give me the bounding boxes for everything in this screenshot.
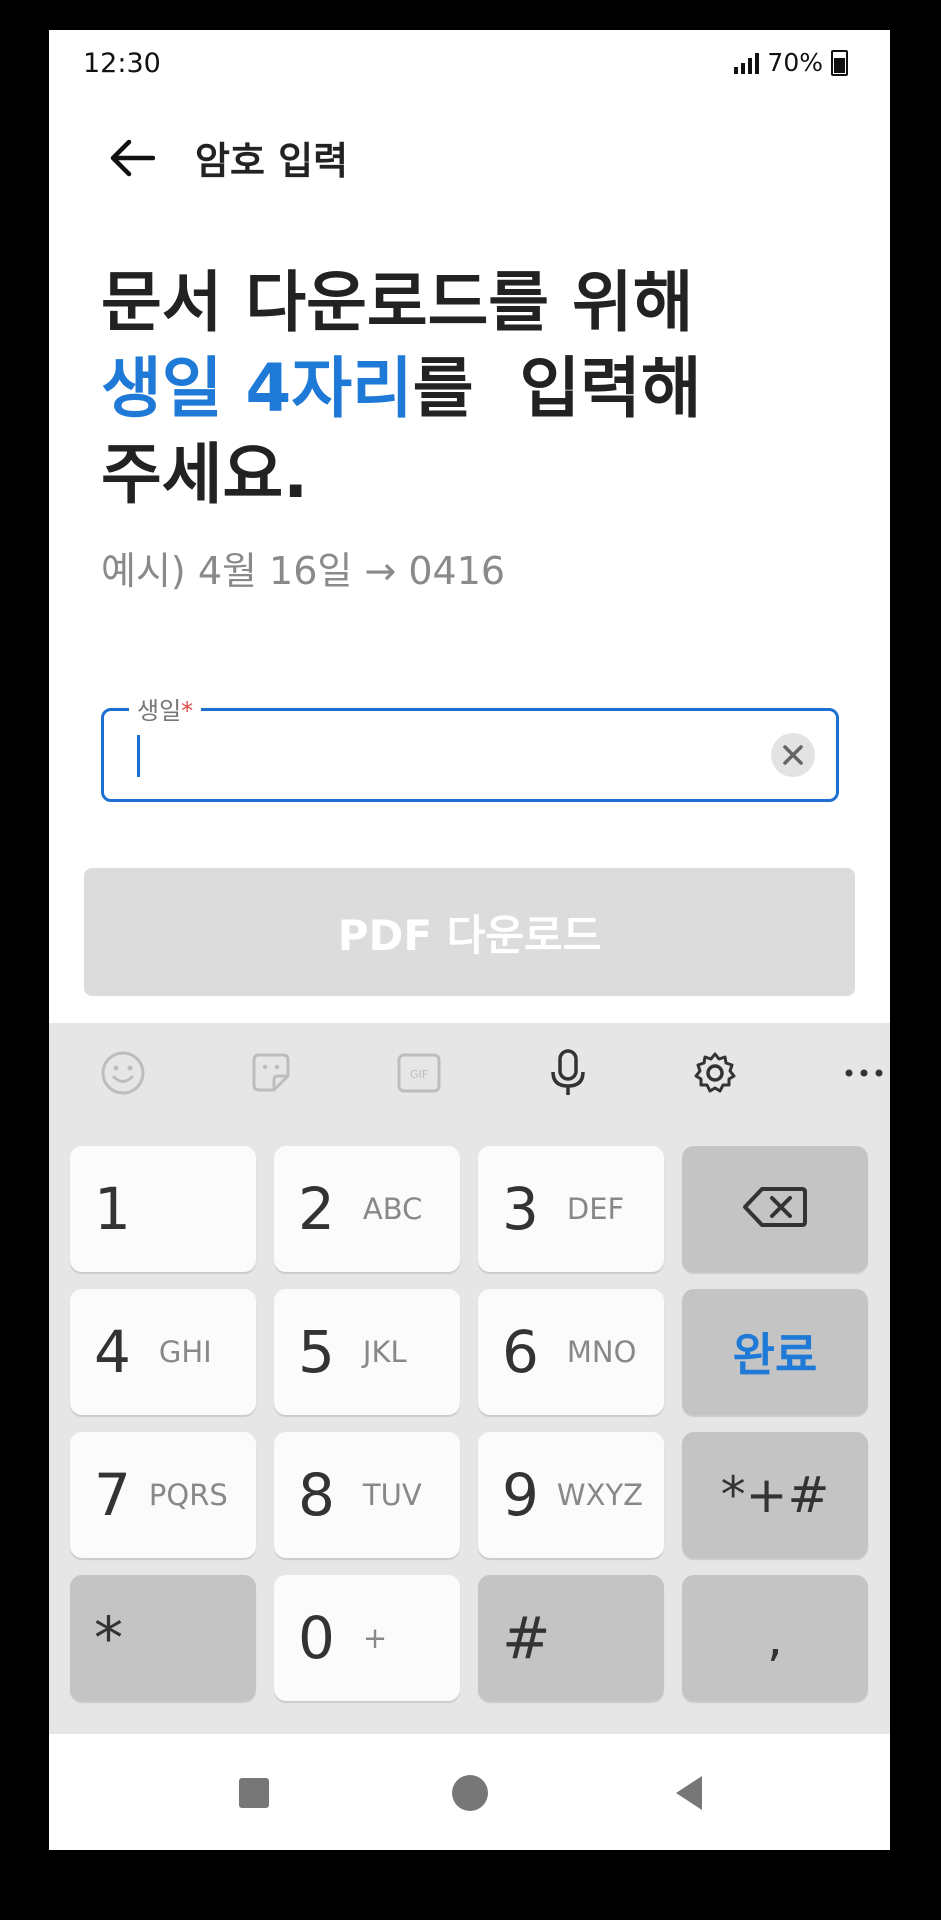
- key-7-number: 7: [94, 1461, 131, 1529]
- gif-icon: GIF: [397, 1053, 441, 1093]
- done-key[interactable]: 완료: [682, 1289, 868, 1415]
- backspace-icon: [743, 1187, 807, 1227]
- key-2-letters: ABC: [362, 1192, 423, 1226]
- star-key-label: *: [94, 1604, 123, 1672]
- close-icon: [783, 745, 803, 765]
- battery-percent: 70%: [767, 48, 823, 77]
- key-5-number: 5: [298, 1318, 335, 1386]
- signal-icon: [734, 52, 760, 74]
- key-4-number: 4: [94, 1318, 131, 1386]
- page-title: 암호 입력: [195, 139, 349, 183]
- numeric-keyboard: GIF 1 2 ABC 3 DEF 4 GHI 5 JKL 6 MNO 완료 7…: [49, 1023, 890, 1734]
- key-5[interactable]: 5 JKL: [274, 1289, 460, 1415]
- key-8[interactable]: 8 TUV: [274, 1432, 460, 1558]
- birthday-label-text: 생일: [137, 697, 182, 725]
- backspace-key[interactable]: [682, 1146, 868, 1272]
- recents-icon[interactable]: [239, 1778, 269, 1808]
- star-key[interactable]: *: [70, 1575, 256, 1701]
- headline-line-3: 주세요.: [101, 436, 309, 513]
- comma-key-label: ,: [767, 1609, 783, 1667]
- system-nav-bar: [49, 1734, 890, 1850]
- text-cursor: [137, 735, 140, 777]
- comma-key[interactable]: ,: [682, 1575, 868, 1701]
- symbols-key[interactable]: *+#: [682, 1432, 868, 1558]
- more-options-button[interactable]: [839, 1048, 889, 1098]
- back-button[interactable]: [105, 128, 157, 188]
- headline-highlight: 생일 4자리: [101, 350, 413, 427]
- required-mark: *: [181, 697, 194, 725]
- sticker-icon: [252, 1053, 290, 1092]
- gear-icon: [694, 1052, 736, 1093]
- symbols-key-label: *+#: [720, 1466, 830, 1524]
- key-3-letters: DEF: [566, 1192, 625, 1226]
- gif-button[interactable]: GIF: [394, 1048, 444, 1098]
- key-8-number: 8: [298, 1461, 335, 1529]
- example-hint: 예시) 4월 16일 → 0416: [101, 549, 506, 593]
- microphone-icon: [551, 1049, 585, 1095]
- key-0[interactable]: 0 +: [274, 1575, 460, 1701]
- arrow-left-icon: [110, 139, 155, 177]
- key-9-letters: WXYZ: [556, 1478, 644, 1512]
- emoji-icon: [101, 1051, 145, 1095]
- emoji-button[interactable]: [98, 1048, 148, 1098]
- key-6-number: 6: [502, 1318, 539, 1386]
- key-7-letters: PQRS: [148, 1478, 228, 1512]
- backspace-icon-wrap: [682, 1185, 868, 1233]
- phone-screen: 12:30 70% 암호 입력 문서 다운로드를 위해 생일 4자리를 입력해 …: [49, 30, 890, 1850]
- key-1[interactable]: 1: [70, 1146, 256, 1272]
- key-3[interactable]: 3 DEF: [478, 1146, 664, 1272]
- sticker-button[interactable]: [246, 1048, 296, 1098]
- headline-line-2-rest: 를 입력해: [412, 350, 702, 427]
- voice-input-button[interactable]: [543, 1048, 593, 1098]
- clear-input-button[interactable]: [771, 733, 815, 777]
- status-time: 12:30: [83, 48, 161, 79]
- key-2-number: 2: [298, 1175, 335, 1243]
- pdf-download-button[interactable]: PDF 다운로드: [84, 868, 855, 996]
- key-0-number: 0: [298, 1604, 335, 1672]
- key-4[interactable]: 4 GHI: [70, 1289, 256, 1415]
- battery-icon: [831, 49, 848, 76]
- key-5-letters: JKL: [362, 1335, 407, 1369]
- key-4-letters: GHI: [158, 1335, 212, 1369]
- headline-line-2: 생일 4자리를 입력해: [101, 346, 841, 432]
- key-0-letters: +: [362, 1621, 388, 1655]
- keyboard-settings-button[interactable]: [690, 1048, 740, 1098]
- key-6-letters: MNO: [566, 1335, 637, 1369]
- more-icon: [845, 1069, 883, 1077]
- hash-key[interactable]: #: [478, 1575, 664, 1701]
- key-2[interactable]: 2 ABC: [274, 1146, 460, 1272]
- key-9-number: 9: [502, 1461, 539, 1529]
- key-6[interactable]: 6 MNO: [478, 1289, 664, 1415]
- key-3-number: 3: [502, 1175, 539, 1243]
- key-8-letters: TUV: [362, 1478, 422, 1512]
- hash-key-label: #: [502, 1604, 551, 1672]
- key-9[interactable]: 9 WXYZ: [478, 1432, 664, 1558]
- back-icon[interactable]: [676, 1776, 702, 1810]
- done-key-label: 완료: [732, 1328, 818, 1382]
- headline: 문서 다운로드를 위해 생일 4자리를 입력해 주세요.: [101, 260, 841, 518]
- home-icon[interactable]: [452, 1775, 488, 1811]
- headline-line-1: 문서 다운로드를 위해: [101, 264, 694, 341]
- gif-icon-label: GIF: [410, 1068, 428, 1081]
- birthday-input[interactable]: 생일*: [101, 691, 839, 802]
- keyboard-toolbar: GIF: [49, 1023, 890, 1123]
- birthday-field-label: 생일*: [129, 691, 202, 726]
- status-icons: 70%: [734, 48, 848, 77]
- key-7[interactable]: 7 PQRS: [70, 1432, 256, 1558]
- key-1-number: 1: [94, 1175, 131, 1243]
